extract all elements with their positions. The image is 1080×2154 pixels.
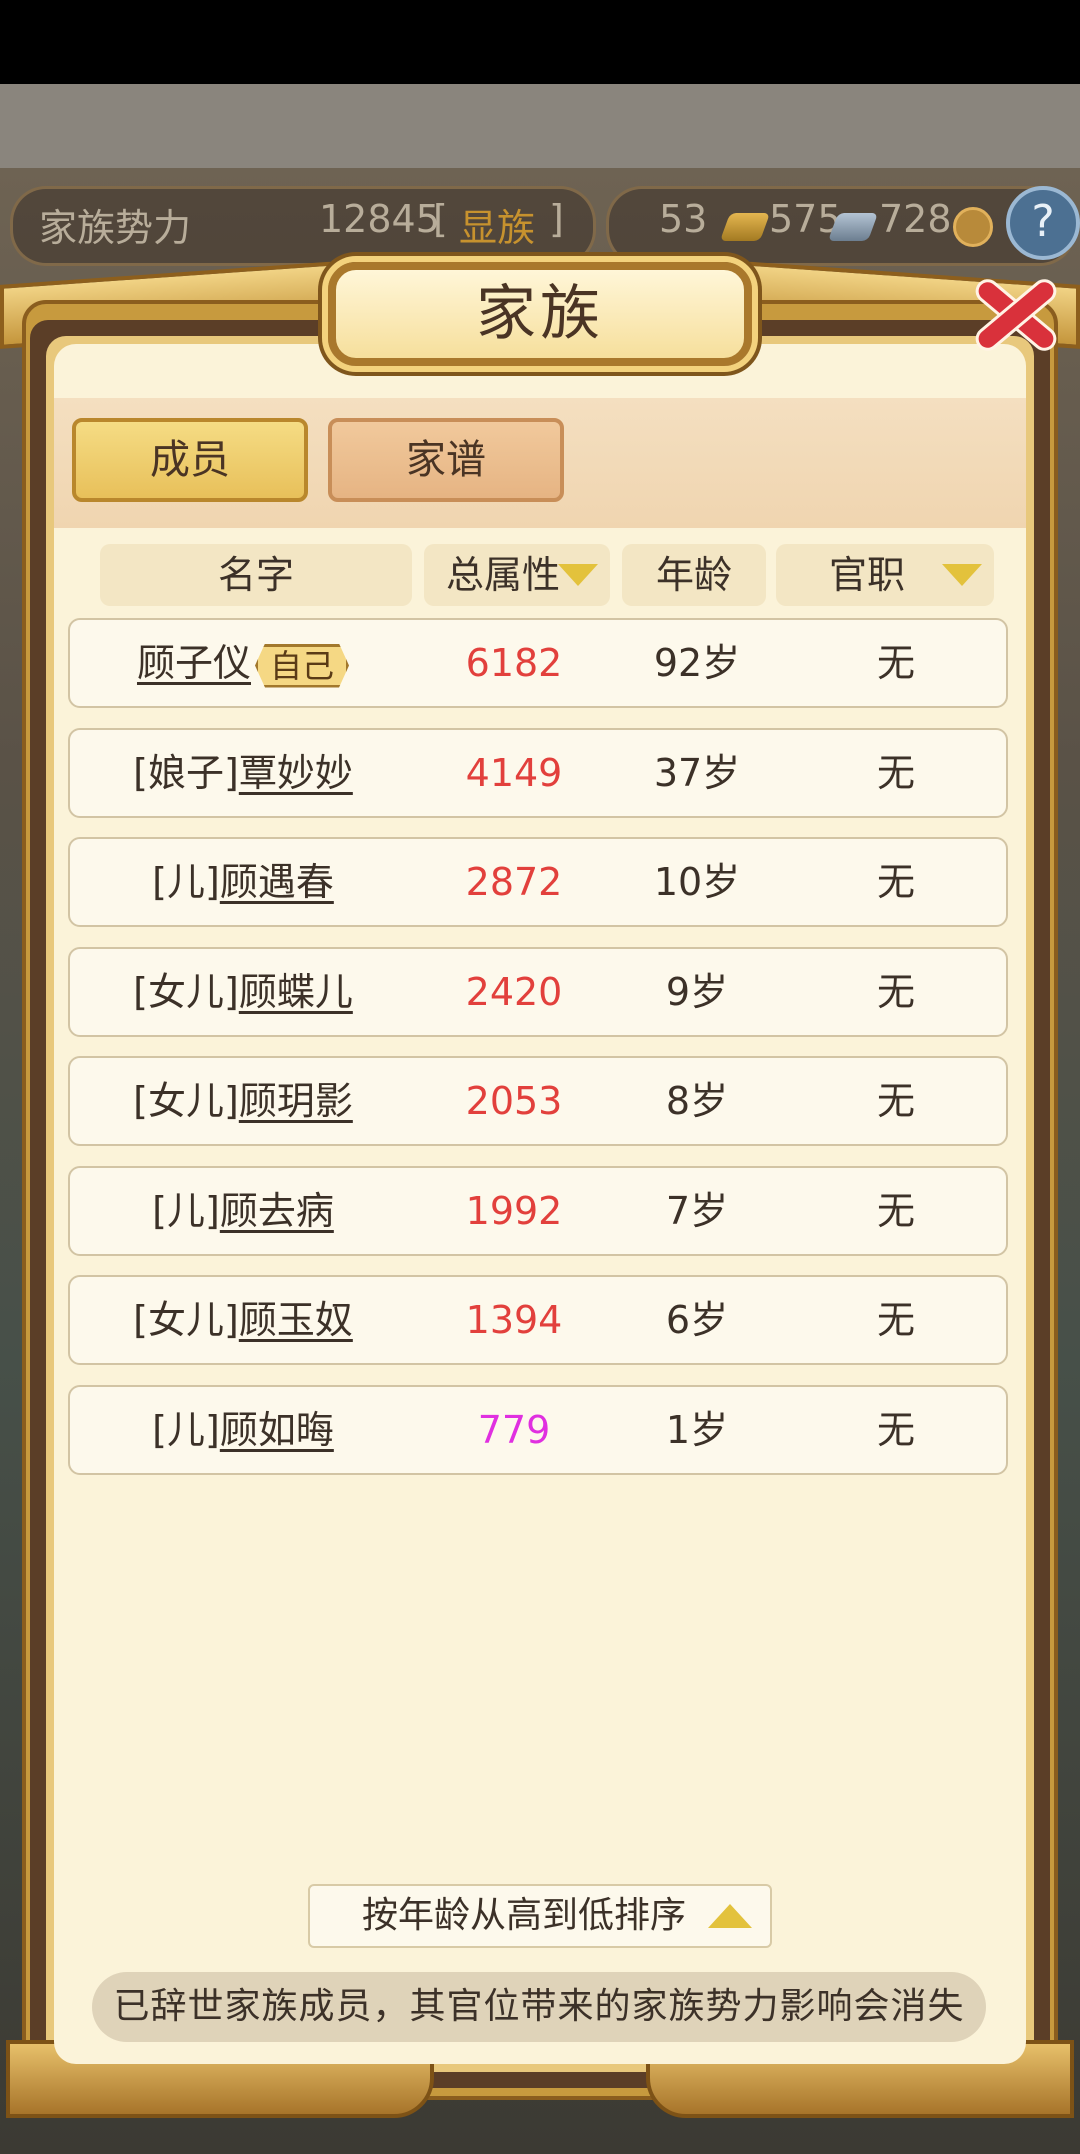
member-row[interactable]: [娘子]覃妙妙 4149 37岁 无 [68, 727, 1008, 818]
coin-icon [953, 207, 993, 247]
tab-genealogy[interactable]: 家谱 [328, 418, 564, 502]
header-post-label: 官职 [828, 553, 905, 597]
member-post: 无 [876, 1407, 915, 1452]
member-age: 9岁 [665, 969, 729, 1014]
member-post: 无 [876, 1298, 915, 1342]
panel-title: 家族 [476, 279, 604, 349]
member-total-attr: 1992 [465, 1188, 563, 1233]
member-list: 顾子仪 自己 6182 92岁无 [娘子]覃妙妙 4149 37岁无 [儿]顾遇春 2872 10… [68, 618, 1008, 1494]
member-name-link[interactable]: 顾遇春 [220, 860, 334, 904]
gold-ingot-icon [719, 213, 771, 241]
member-age: 37岁 [653, 750, 741, 795]
member-name-link[interactable]: 顾蝶儿 [239, 970, 353, 1014]
member-total-attr: 1394 [465, 1298, 563, 1342]
filter-down-icon [942, 564, 982, 586]
member-row[interactable]: [儿]顾如晦 779 1岁 无 [68, 1384, 1008, 1475]
relation-prefix: [儿] [152, 860, 220, 904]
status-bar [0, 0, 1080, 84]
member-total-attr: 6182 [465, 641, 563, 685]
top-band [0, 84, 1080, 168]
header-name-label: 名字 [217, 553, 294, 597]
member-name-cell: [娘子]覃妙妙 [70, 730, 416, 816]
member-total-attr: 2053 [465, 1079, 563, 1123]
header-post[interactable]: 官职 [776, 544, 994, 606]
relation-prefix: [女儿] [133, 1298, 239, 1342]
influence-value: 12845 [319, 197, 440, 241]
member-name-link[interactable]: 顾去病 [220, 1189, 334, 1233]
member-name-link[interactable]: 顾子仪 [137, 641, 251, 685]
family-influence-bar: 家族势力 12845 [ 显族 ] [10, 186, 596, 266]
member-row[interactable]: [女儿]顾蝶儿 2420 9岁 无 [68, 946, 1008, 1037]
header-name: 名字 [100, 544, 412, 606]
coin-count: 728 [879, 197, 952, 241]
header-age: 年龄 [622, 544, 766, 606]
relation-prefix: [女儿] [133, 1079, 239, 1123]
deceased-notice: 已辞世家族成员，其官位带来的家族势力影响会消失 [92, 1972, 986, 2042]
member-post: 无 [876, 860, 915, 904]
relation-prefix: [娘子] [133, 750, 239, 795]
member-age: 7岁 [665, 1188, 729, 1233]
relation-prefix: [儿] [152, 1188, 220, 1233]
member-post: 无 [876, 1079, 915, 1123]
gold-count: 53 [659, 197, 708, 241]
member-name-cell: [儿]顾去病 [70, 1168, 416, 1254]
member-name-link[interactable]: 顾如晦 [220, 1408, 334, 1452]
member-name-cell: [女儿]顾玉奴 [70, 1277, 416, 1363]
influence-label: 家族势力 [39, 206, 192, 250]
member-name-link[interactable]: 覃妙妙 [239, 751, 353, 795]
member-row[interactable]: [儿]顾遇春 2872 10岁 无 [68, 837, 1008, 927]
member-post: 无 [876, 1188, 915, 1233]
member-name-cell: [儿]顾遇春 [70, 839, 416, 925]
member-row[interactable]: [女儿]顾玉奴 1394 6岁 无 [68, 1275, 1008, 1365]
header-attr-label: 总属性 [445, 553, 560, 597]
family-panel: 成员 家谱 名字 总属性 年龄 官职 顾子仪 自己 6182 92岁无 [娘子]覃妙妙 4… [54, 344, 1026, 2064]
relation-prefix: [儿] [152, 1407, 220, 1452]
member-age: 92岁 [653, 641, 741, 685]
member-name-cell: 顾子仪 自己 [70, 620, 416, 706]
sort-down-icon [558, 564, 598, 586]
member-row[interactable]: [女儿]顾玥影 2053 8岁 无 [68, 1056, 1008, 1146]
member-name-link[interactable]: 顾玉奴 [239, 1298, 353, 1342]
close-icon[interactable] [960, 258, 1070, 368]
sort-button-label: 按年龄从高到低排序 [362, 1895, 687, 1936]
member-age: 8岁 [665, 1079, 729, 1123]
bracket-close: ] [549, 197, 564, 241]
header-total-attr[interactable]: 总属性 [424, 544, 610, 606]
family-rank: 显族 [459, 206, 536, 250]
silver-ingot-icon [827, 213, 879, 241]
member-age: 1岁 [665, 1407, 729, 1452]
member-age: 10岁 [653, 860, 741, 904]
member-total-attr: 4149 [465, 750, 563, 795]
member-total-attr: 779 [477, 1407, 551, 1452]
member-name-link[interactable]: 顾玥影 [239, 1079, 353, 1123]
member-post: 无 [876, 750, 915, 795]
member-name-cell: [女儿]顾玥影 [70, 1058, 416, 1144]
member-name-cell: [女儿]顾蝶儿 [70, 949, 416, 1035]
sort-up-icon [708, 1904, 752, 1928]
self-badge: 自己 [255, 644, 349, 688]
title-plaque: 家族 [328, 262, 752, 366]
member-post: 无 [876, 641, 915, 685]
member-row[interactable]: [儿]顾去病 1992 7岁 无 [68, 1165, 1008, 1256]
sort-by-age-button[interactable]: 按年龄从高到低排序 [308, 1884, 772, 1948]
member-post: 无 [876, 969, 915, 1014]
member-total-attr: 2420 [465, 969, 563, 1014]
member-row[interactable]: 顾子仪 自己 6182 92岁 无 [68, 618, 1008, 708]
member-age: 6岁 [665, 1298, 729, 1342]
member-total-attr: 2872 [465, 860, 563, 904]
help-button[interactable]: ? [1006, 186, 1080, 260]
bracket-open: [ [433, 197, 448, 241]
header-age-label: 年龄 [655, 553, 732, 597]
tab-members[interactable]: 成员 [72, 418, 308, 502]
member-name-cell: [儿]顾如晦 [70, 1387, 416, 1473]
relation-prefix: [女儿] [133, 969, 239, 1014]
